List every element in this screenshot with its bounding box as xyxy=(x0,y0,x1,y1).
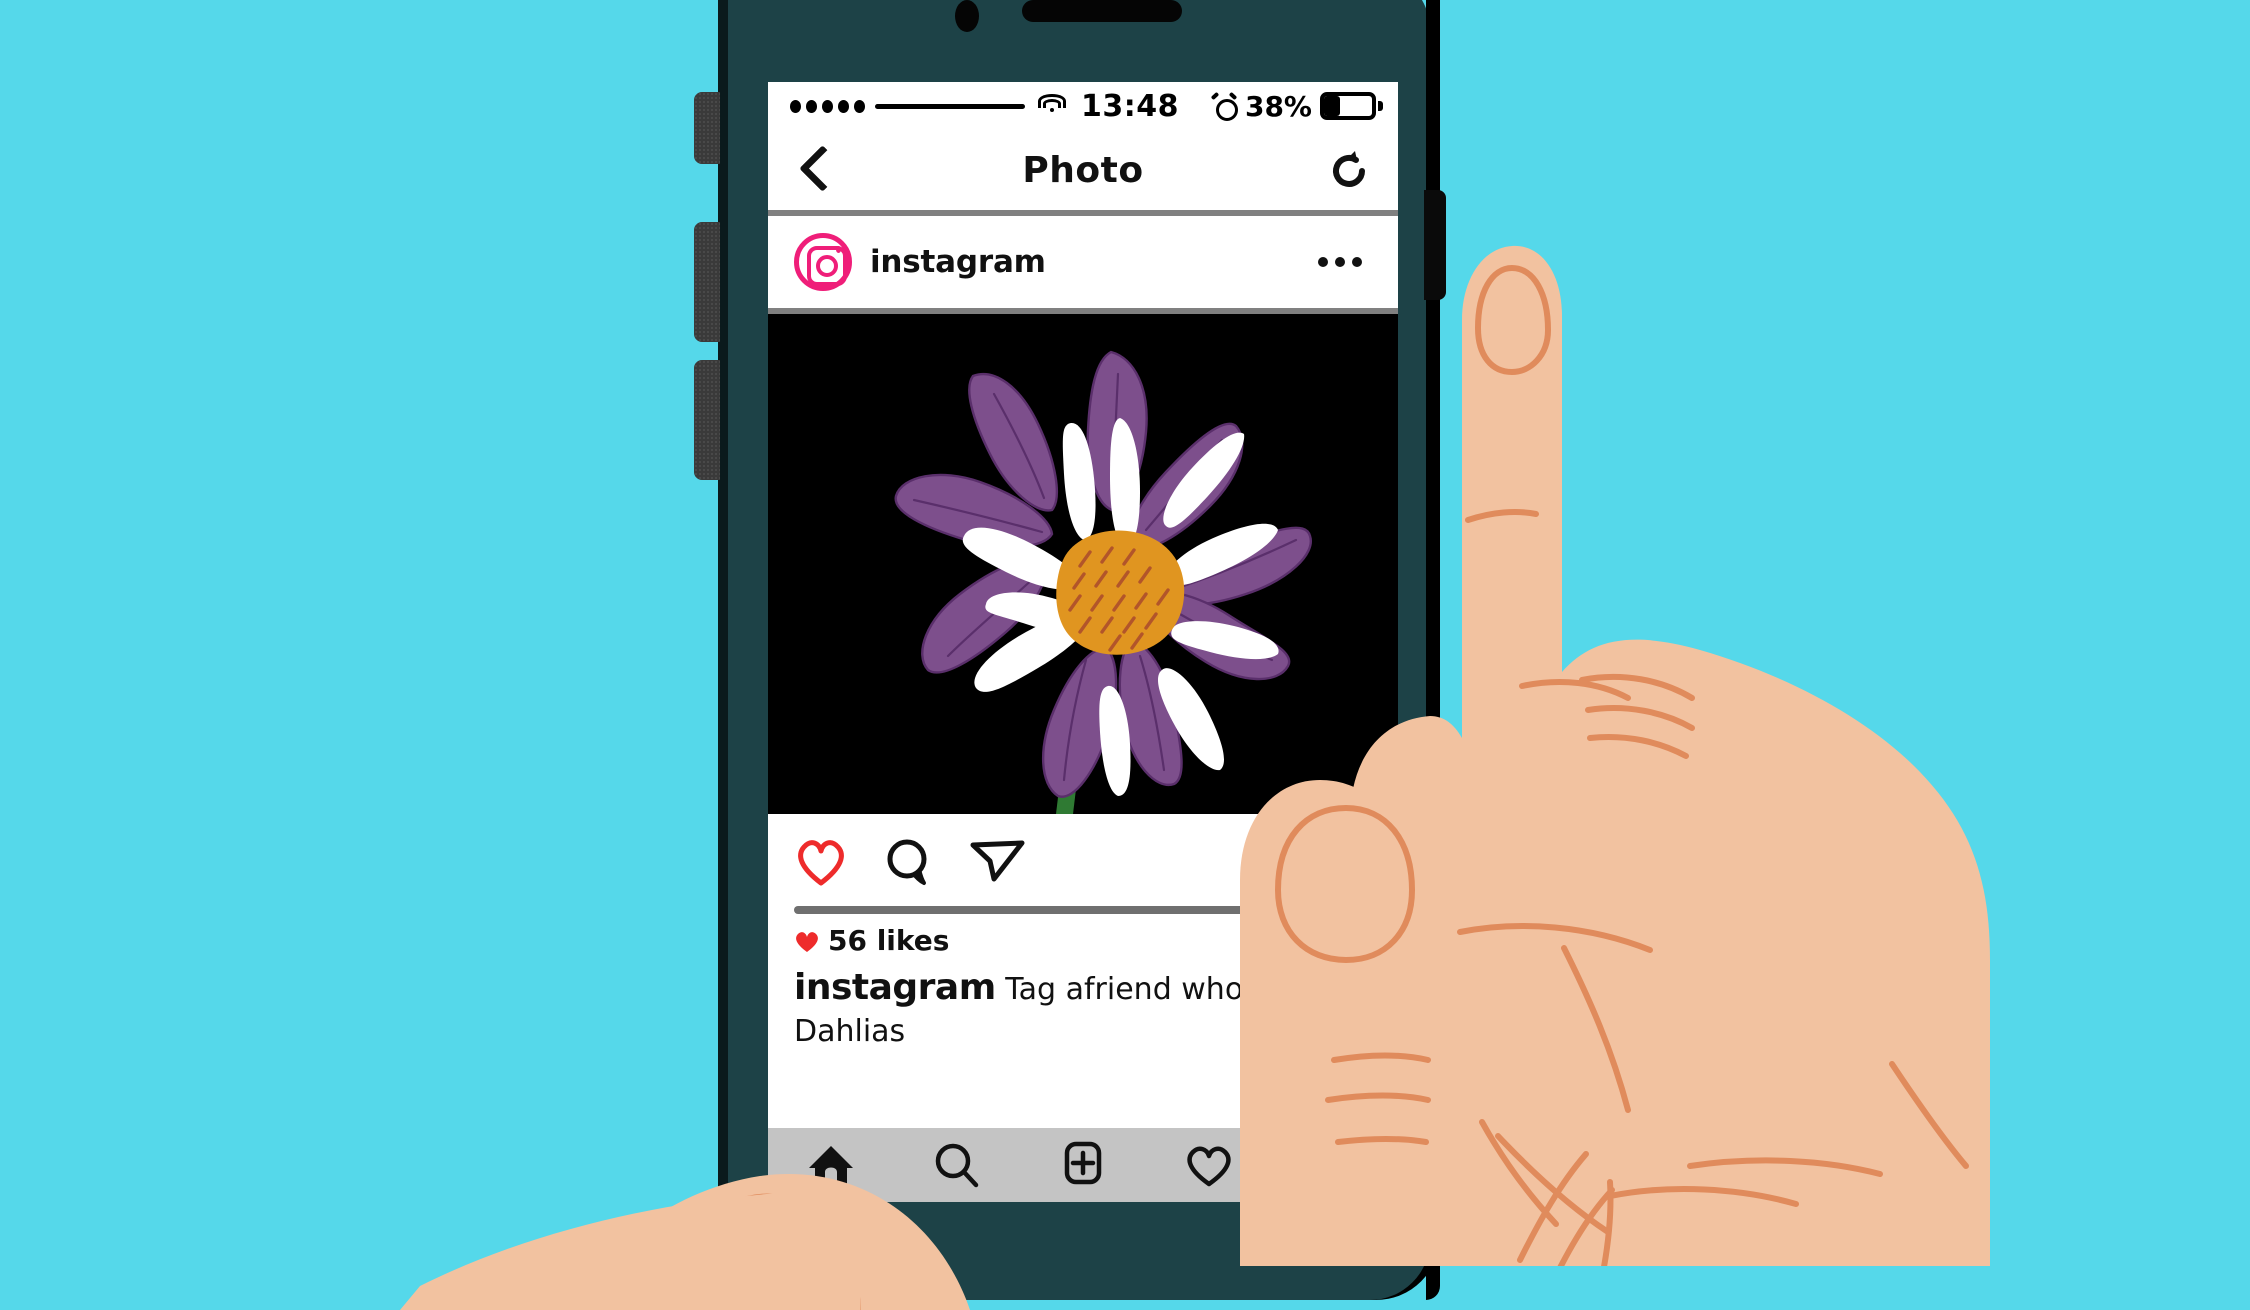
tab-search[interactable] xyxy=(926,1136,988,1194)
volume-up-button[interactable] xyxy=(694,222,720,342)
post-actions xyxy=(768,814,1398,902)
likes-row[interactable]: 56 likes xyxy=(794,924,1372,957)
back-button[interactable] xyxy=(794,146,834,194)
caption-username[interactable]: instagram xyxy=(794,967,996,1008)
post-header: instagram xyxy=(768,216,1398,308)
signal-dots-icon xyxy=(790,99,865,113)
alarm-clock-icon xyxy=(1210,91,1238,121)
post-photo[interactable] xyxy=(768,314,1398,814)
likes-count-label: 56 likes xyxy=(828,924,950,957)
status-bar: 13:48 38% xyxy=(768,82,1398,130)
bottom-tab-bar xyxy=(768,1128,1398,1202)
phone-screen: 13:48 38% Photo instagram 56 likes insta… xyxy=(768,82,1398,1202)
more-options-icon[interactable] xyxy=(1308,247,1372,277)
actions-divider xyxy=(794,906,1372,914)
battery-percent-label: 38% xyxy=(1244,89,1312,123)
comment-button[interactable] xyxy=(882,837,936,891)
app-nav-bar: Photo xyxy=(768,130,1398,210)
refresh-button[interactable] xyxy=(1326,146,1372,194)
wifi-icon xyxy=(1038,94,1066,116)
power-button[interactable] xyxy=(1424,190,1446,300)
carrier-line xyxy=(875,103,1025,109)
volume-down-button[interactable] xyxy=(694,360,720,480)
like-button[interactable] xyxy=(794,837,848,891)
instagram-logo-icon[interactable] xyxy=(794,233,852,291)
earpiece-speaker xyxy=(1022,0,1182,22)
tab-profile[interactable] xyxy=(1304,1136,1366,1194)
battery-icon xyxy=(1320,92,1383,120)
tab-add-post[interactable] xyxy=(1052,1136,1114,1194)
page-title: Photo xyxy=(1022,149,1144,191)
status-time: 13:48 xyxy=(1081,88,1179,124)
front-camera-dot xyxy=(955,0,979,32)
share-button[interactable] xyxy=(970,837,1025,891)
post-meta: 56 likes instagram Tag afriend who loves… xyxy=(768,914,1398,1051)
silent-switch-button[interactable] xyxy=(694,92,720,164)
illustration-canvas: 13:48 38% Photo instagram 56 likes insta… xyxy=(0,0,2250,1310)
phone-left-edge xyxy=(718,0,728,1300)
tab-activity[interactable] xyxy=(1178,1136,1240,1194)
post-caption: instagram Tag afriend who loves Dahlias xyxy=(794,965,1354,1051)
post-username[interactable]: instagram xyxy=(870,244,1046,280)
tab-home[interactable] xyxy=(800,1136,862,1194)
heart-filled-icon xyxy=(794,930,818,952)
